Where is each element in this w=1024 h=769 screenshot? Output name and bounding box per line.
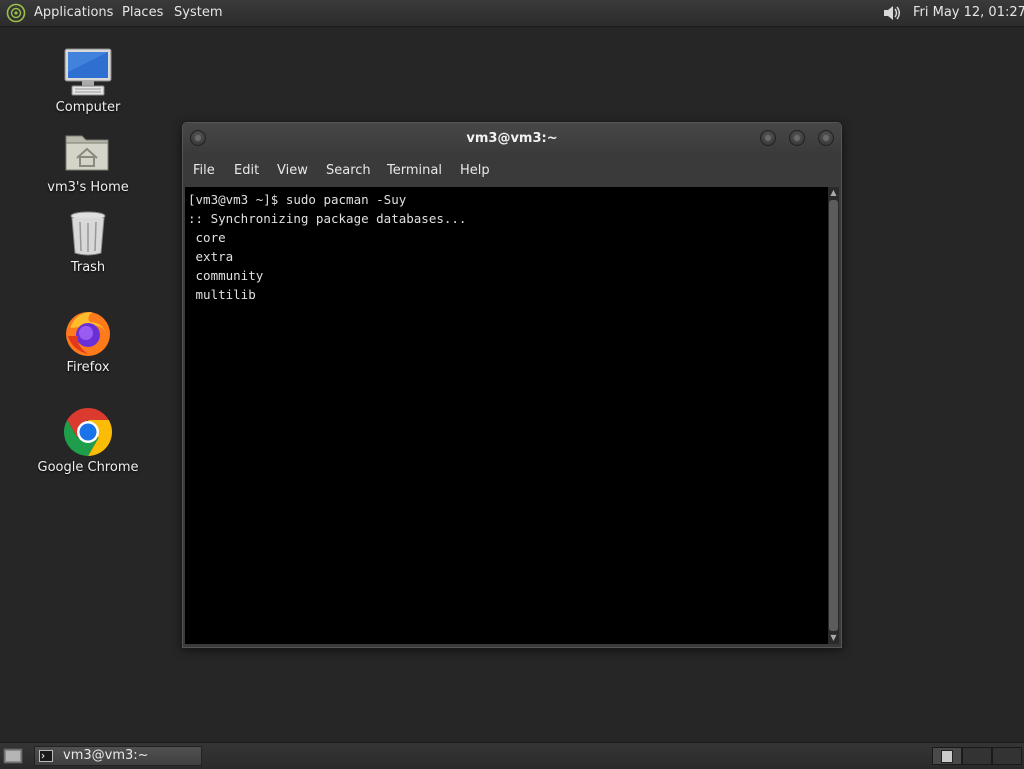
terminal-line: core [188,230,226,245]
desktop-icon-label: Computer [55,100,121,115]
scroll-down-icon[interactable]: ▼ [828,632,839,644]
desktop-icon-home[interactable]: vm3's Home [28,126,148,195]
desktop-icon-chrome[interactable]: Google Chrome [28,406,148,475]
workspace-2[interactable] [962,747,992,765]
minimize-button[interactable] [760,130,776,146]
desktop-icon-label: vm3's Home [47,180,129,195]
bottom-panel: vm3@vm3:~ [0,742,1024,769]
desktop-icon-label: Google Chrome [37,460,139,475]
terminal-line: :: Synchronizing package databases... [188,211,467,226]
top-panel: Applications Places System Fri May 12, 0… [0,0,1024,27]
window-title: vm3@vm3:~ [466,131,558,146]
menu-file[interactable]: File [193,163,215,178]
places-menu[interactable]: Places [122,5,163,20]
terminal-window[interactable]: vm3@vm3:~ File Edit View Search Terminal… [182,122,842,648]
terminal-text: [vm3@vm3 ~]$ sudo pacman -Suy :: Synchro… [188,190,466,304]
terminal-output[interactable]: [vm3@vm3 ~]$ sudo pacman -Suy :: Synchro… [185,187,828,644]
window-titlebar[interactable]: vm3@vm3:~ [183,123,841,155]
desktop-icon-label: Trash [70,260,106,275]
menu-help[interactable]: Help [460,163,490,178]
home-folder-icon [65,135,109,171]
menu-edit[interactable]: Edit [234,163,259,178]
applications-menu[interactable]: Applications [34,5,113,20]
show-desktop-icon[interactable] [3,747,23,765]
taskbar-item-label: vm3@vm3:~ [63,748,149,763]
close-button[interactable] [818,130,834,146]
maximize-button[interactable] [789,130,805,146]
trash-icon [70,211,106,256]
scrollbar-thumb[interactable] [829,200,838,631]
workspace-window-thumbnail [941,750,953,763]
terminal-menubar: File Edit View Search Terminal Help [183,155,841,185]
system-menu[interactable]: System [174,5,222,20]
terminal-line: [vm3@vm3 ~]$ sudo pacman -Suy [188,192,407,207]
menu-view[interactable]: View [277,163,308,178]
computer-icon [64,48,112,96]
firefox-icon [66,312,110,356]
workspace-1[interactable] [932,747,962,765]
desktop-icon-trash[interactable]: Trash [28,206,148,275]
terminal-line: community [188,268,264,283]
terminal-line: extra [188,249,234,264]
desktop-icon-computer[interactable]: Computer [28,46,148,115]
menu-search[interactable]: Search [326,163,371,178]
terminal-line: multilib [188,287,256,302]
workspace-3[interactable] [992,747,1022,765]
scroll-up-icon[interactable]: ▲ [828,187,839,199]
terminal-icon [39,750,53,762]
distro-logo-icon[interactable] [6,3,26,23]
terminal-scrollbar[interactable]: ▲ ▼ [828,187,839,644]
desktop-icon-label: Firefox [66,360,110,375]
menu-terminal[interactable]: Terminal [387,163,442,178]
taskbar-item-terminal[interactable]: vm3@vm3:~ [34,746,202,766]
chrome-icon [63,408,113,456]
clock[interactable]: Fri May 12, 01:27 [913,5,1024,20]
volume-icon[interactable] [881,3,903,23]
desktop-icon-firefox[interactable]: Firefox [28,306,148,375]
